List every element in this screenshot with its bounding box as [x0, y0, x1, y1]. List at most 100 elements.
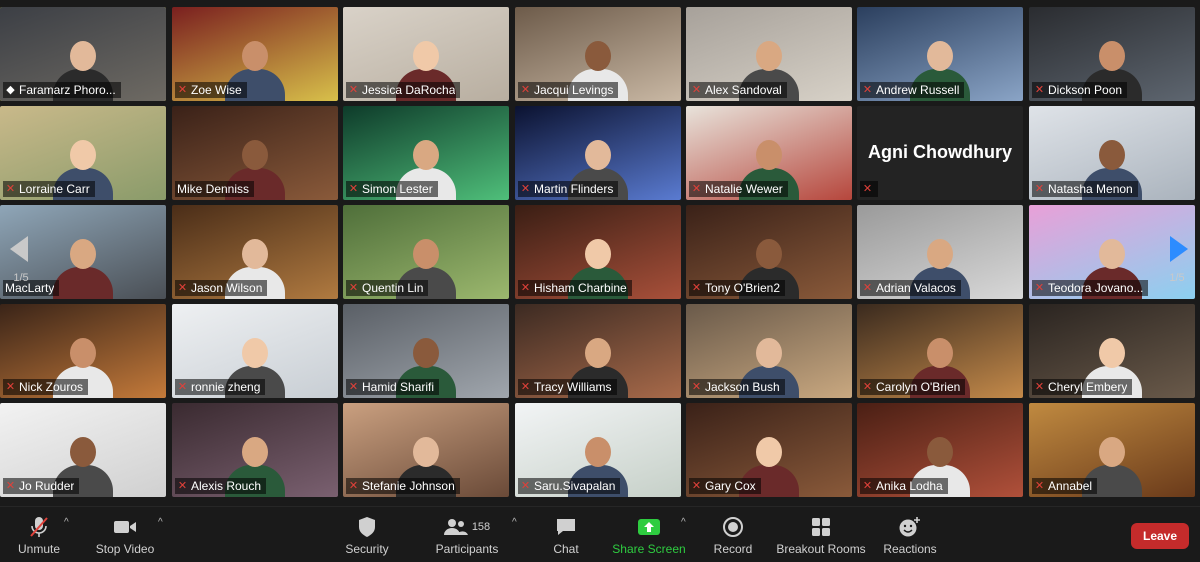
participant-name: Hamid Sharifi — [362, 380, 435, 394]
participant-tile[interactable]: ✕ Jessica DaRocha — [343, 7, 509, 101]
muted-mic-icon — [28, 515, 50, 539]
participant-tile[interactable]: ✕ Andrew Russell — [857, 7, 1023, 101]
participant-tile[interactable]: ✕ Saru.Sivapalan — [515, 403, 681, 497]
participant-face — [756, 338, 782, 368]
muted-mic-icon: ✕ — [177, 84, 188, 96]
participant-count: 158 — [471, 521, 491, 533]
audio-options-caret-icon[interactable]: ^ — [64, 517, 69, 528]
record-button[interactable]: Record — [712, 515, 754, 559]
participant-name: ronnie zheng — [191, 380, 261, 394]
share-options-caret-icon[interactable]: ^ — [681, 517, 686, 528]
participant-tile[interactable]: Agni Chowdhury ✕ — [857, 106, 1023, 200]
participant-name: Stefanie Johnson — [362, 479, 455, 493]
participant-tile[interactable]: ✕ Alexis Rouch — [172, 403, 338, 497]
participant-name: Hisham Charbine — [534, 281, 627, 295]
participant-face — [70, 338, 96, 368]
participant-tile[interactable]: ✕ Hamid Sharifi — [343, 304, 509, 398]
muted-mic-icon: ✕ — [520, 282, 531, 294]
participant-face — [242, 41, 268, 71]
participant-face — [927, 437, 953, 467]
participant-tile[interactable]: ✕ Natalie Wewer — [686, 106, 852, 200]
participant-tile[interactable]: ✕ Zoe Wise — [172, 7, 338, 101]
participant-tile[interactable]: ✕ Natasha Menon — [1029, 106, 1195, 200]
next-page-button[interactable]: 1/5 — [1162, 230, 1192, 300]
participant-tile[interactable]: ✕ Carolyn O'Brien — [857, 304, 1023, 398]
participant-tile[interactable]: ✕ Jacqui Levings — [515, 7, 681, 101]
share-screen-button[interactable]: Share Screen — [612, 515, 686, 559]
stop-video-button[interactable]: Stop Video — [94, 515, 156, 559]
participant-name-tag: ✕ Stefanie Johnson — [346, 478, 460, 494]
participant-tile[interactable]: ✕ Martin Flinders — [515, 106, 681, 200]
participant-tile[interactable]: ✕ Gary Cox — [686, 403, 852, 497]
participant-name: Martin Flinders — [534, 182, 614, 196]
participant-tile[interactable]: ✕ Tracy Williams — [515, 304, 681, 398]
muted-mic-icon: ✕ — [1034, 183, 1045, 195]
participant-face — [927, 239, 953, 269]
muted-mic-icon: ✕ — [520, 183, 531, 195]
participant-tile[interactable]: ✕ Stefanie Johnson — [343, 403, 509, 497]
smiley-plus-icon — [898, 515, 922, 539]
participant-name: Tracy Williams — [534, 380, 612, 394]
participant-name-tag: ✕ ronnie zheng — [175, 379, 266, 395]
stop-video-label: Stop Video — [95, 542, 155, 556]
participant-tile[interactable]: ✕ Jo Rudder — [0, 403, 166, 497]
participant-tile[interactable]: ✕ Simon Lester — [343, 106, 509, 200]
participant-tile[interactable]: ✕ Tony O'Brien2 — [686, 205, 852, 299]
participant-name-tag: ✕ Quentin Lin — [346, 280, 429, 296]
reactions-button[interactable]: Reactions — [882, 515, 938, 559]
participant-face — [413, 41, 439, 71]
participant-tile[interactable]: ✕ Lorraine Carr — [0, 106, 166, 200]
participant-face — [927, 41, 953, 71]
participant-name: Tony O'Brien2 — [705, 281, 780, 295]
muted-mic-icon: ✕ — [862, 84, 873, 96]
participant-tile[interactable]: ✕ Cheryl Embery — [1029, 304, 1195, 398]
chat-label: Chat — [553, 542, 579, 556]
unmute-button[interactable]: Unmute — [14, 515, 64, 559]
participant-name-tag: ✕ Natalie Wewer — [689, 181, 788, 197]
participant-tile[interactable]: ✕ Adrian Valacos — [857, 205, 1023, 299]
page-indicator-left: 1/5 — [13, 272, 29, 284]
leave-button[interactable]: Leave — [1131, 523, 1189, 549]
participant-tile[interactable]: ✕ Nick Zouros — [0, 304, 166, 398]
participant-name-tag: ✕ Teodora Jovano... — [1032, 280, 1149, 296]
participant-face — [756, 437, 782, 467]
record-label: Record — [713, 542, 753, 556]
participant-tile[interactable]: ◆ Faramarz Phoro... — [0, 7, 166, 101]
muted-mic-icon: ✕ — [1034, 282, 1045, 294]
video-options-caret-icon[interactable]: ^ — [158, 517, 163, 528]
participant-tile[interactable]: ✕ Quentin Lin — [343, 205, 509, 299]
participant-tile[interactable]: ✕ Alex Sandoval — [686, 7, 852, 101]
participant-name-tag: ✕ Jackson Bush — [689, 379, 785, 395]
security-button[interactable]: Security — [344, 515, 390, 559]
participant-face — [70, 41, 96, 71]
participant-name: Nick Zouros — [19, 380, 84, 394]
previous-page-button[interactable]: 1/5 — [6, 230, 36, 300]
participant-tile[interactable]: ✕ ronnie zheng — [172, 304, 338, 398]
participant-face — [756, 239, 782, 269]
participant-face — [242, 437, 268, 467]
breakout-rooms-label: Breakout Rooms — [776, 542, 866, 556]
participants-options-caret-icon[interactable]: ^ — [512, 517, 517, 528]
participant-face — [1099, 239, 1125, 269]
chat-button[interactable]: Chat — [548, 515, 584, 559]
participant-silhouette — [53, 229, 113, 299]
participant-tile[interactable]: ✕ Dickson Poon — [1029, 7, 1195, 101]
muted-mic-icon: ✕ — [862, 183, 873, 195]
participant-tile[interactable]: Mike Denniss — [172, 106, 338, 200]
breakout-rooms-button[interactable]: Breakout Rooms — [776, 515, 866, 559]
participant-tile[interactable]: ✕ Hisham Charbine — [515, 205, 681, 299]
participants-button[interactable]: 158 Participants — [434, 515, 500, 559]
participant-tile[interactable]: ✕ Jason Wilson — [172, 205, 338, 299]
participant-name: Anika Lodha — [876, 479, 943, 493]
breakout-rooms-icon — [811, 515, 831, 539]
participant-name-tag: ✕ Jacqui Levings — [518, 82, 619, 98]
participant-tile[interactable]: ✕ Anika Lodha — [857, 403, 1023, 497]
arrow-right-icon — [1170, 236, 1188, 262]
participant-name: Quentin Lin — [362, 281, 424, 295]
muted-mic-icon: ✕ — [1034, 480, 1045, 492]
muted-mic-icon: ✕ — [5, 480, 16, 492]
participant-tile[interactable]: ✕ Jackson Bush — [686, 304, 852, 398]
participant-face — [70, 437, 96, 467]
participant-tile[interactable]: ✕ Annabel — [1029, 403, 1195, 497]
participant-face — [70, 140, 96, 170]
